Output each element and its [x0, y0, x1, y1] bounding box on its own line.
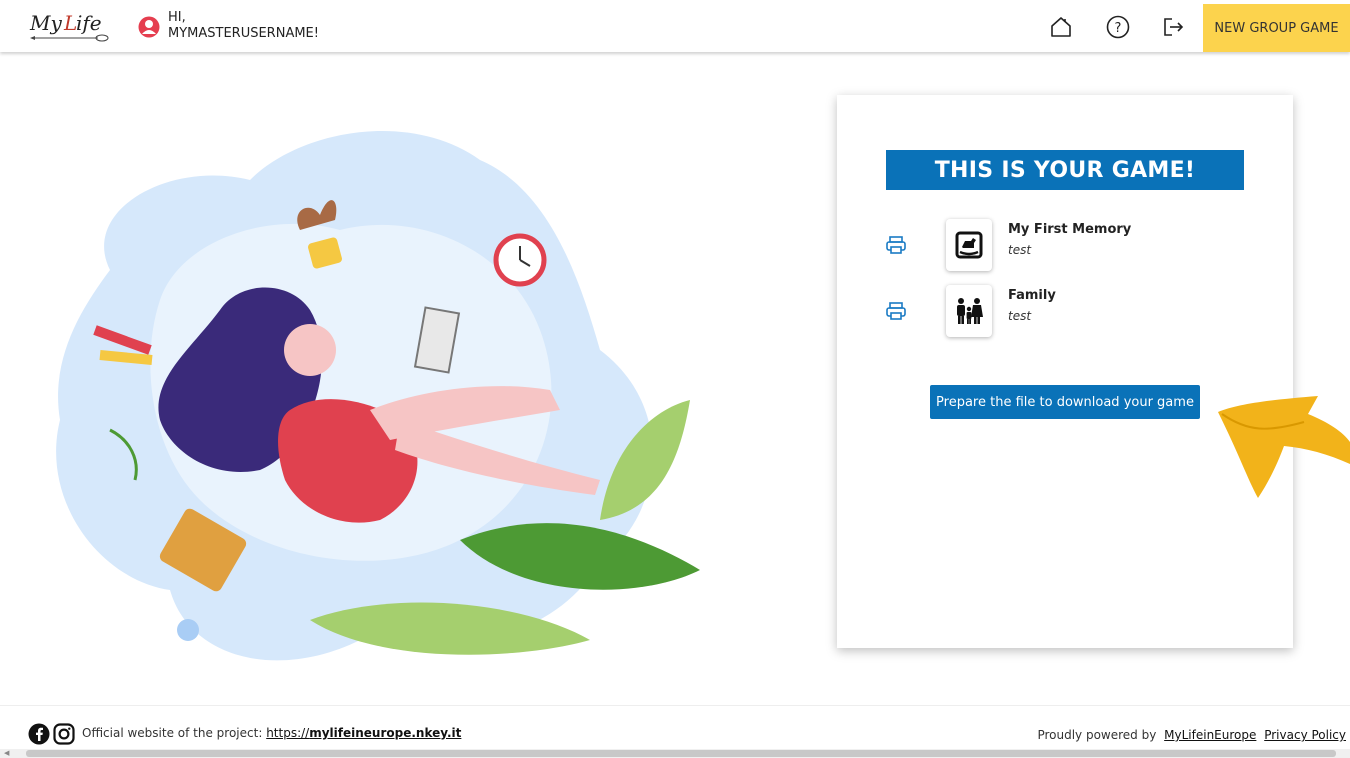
svg-text:My: My	[29, 11, 62, 35]
powered-by-link[interactable]: MyLifeinEurope	[1164, 728, 1256, 742]
svg-text:ife: ife	[76, 11, 102, 35]
print-icon[interactable]	[885, 235, 907, 255]
powered-by-label: Proudly powered by	[1037, 728, 1157, 742]
game-thumbnail[interactable]	[946, 219, 992, 271]
official-website-link[interactable]: https://mylifeineurope.nkey.it	[266, 726, 461, 740]
game-card: THIS IS YOUR GAME! My First Memory test	[837, 95, 1293, 648]
game-subtitle: test	[1008, 243, 1032, 257]
help-icon[interactable]: ?	[1105, 14, 1131, 40]
user-avatar-icon	[138, 16, 160, 38]
pointing-arrow-icon	[1218, 396, 1350, 498]
svg-text:?: ?	[1115, 21, 1122, 36]
woman-with-laptop-illustration	[56, 131, 700, 661]
instagram-icon[interactable]	[53, 723, 75, 745]
game-subtitle: test	[1008, 309, 1032, 323]
game-name: Family	[1008, 288, 1056, 303]
top-bar: My L ife HI, MYMASTERUSERNAME! ? NEW GRO…	[0, 0, 1350, 52]
game-name: My First Memory	[1008, 222, 1132, 237]
new-group-game-button[interactable]: NEW GROUP GAME	[1203, 4, 1350, 52]
print-icon[interactable]	[885, 301, 907, 321]
greeting-line-1: HI,	[168, 10, 186, 25]
prepare-download-button[interactable]: Prepare the file to download your game	[930, 385, 1200, 419]
mylife-logo[interactable]: My L ife	[28, 8, 120, 44]
facebook-icon[interactable]	[28, 723, 50, 745]
greeting: HI, MYMASTERUSERNAME!	[168, 10, 319, 42]
official-website-label: Official website of the project:	[82, 726, 263, 740]
game-item: Family test	[877, 283, 1277, 339]
footer-credits: Proudly powered by MyLifeinEurope Privac…	[1037, 728, 1346, 742]
game-thumbnail[interactable]	[946, 285, 992, 337]
horizontal-scrollbar[interactable]: ◀	[0, 749, 1350, 758]
home-icon[interactable]	[1048, 14, 1074, 40]
greeting-username: MYMASTERUSERNAME!	[168, 26, 319, 41]
scrollbar-thumb[interactable]	[26, 750, 1336, 757]
rocking-horse-icon	[955, 231, 983, 259]
url-prefix: https://	[266, 726, 310, 740]
family-icon	[957, 298, 983, 324]
scroll-left-icon[interactable]: ◀	[4, 749, 9, 757]
logout-icon[interactable]	[1160, 14, 1186, 40]
game-item: My First Memory test	[877, 217, 1277, 273]
official-website-text: Official website of the project: https:/…	[82, 726, 461, 740]
game-card-title: THIS IS YOUR GAME!	[886, 150, 1244, 190]
privacy-policy-link[interactable]: Privacy Policy	[1264, 728, 1346, 742]
footer-divider	[0, 705, 1350, 706]
url-domain: mylifeineurope.nkey.it	[309, 726, 462, 740]
